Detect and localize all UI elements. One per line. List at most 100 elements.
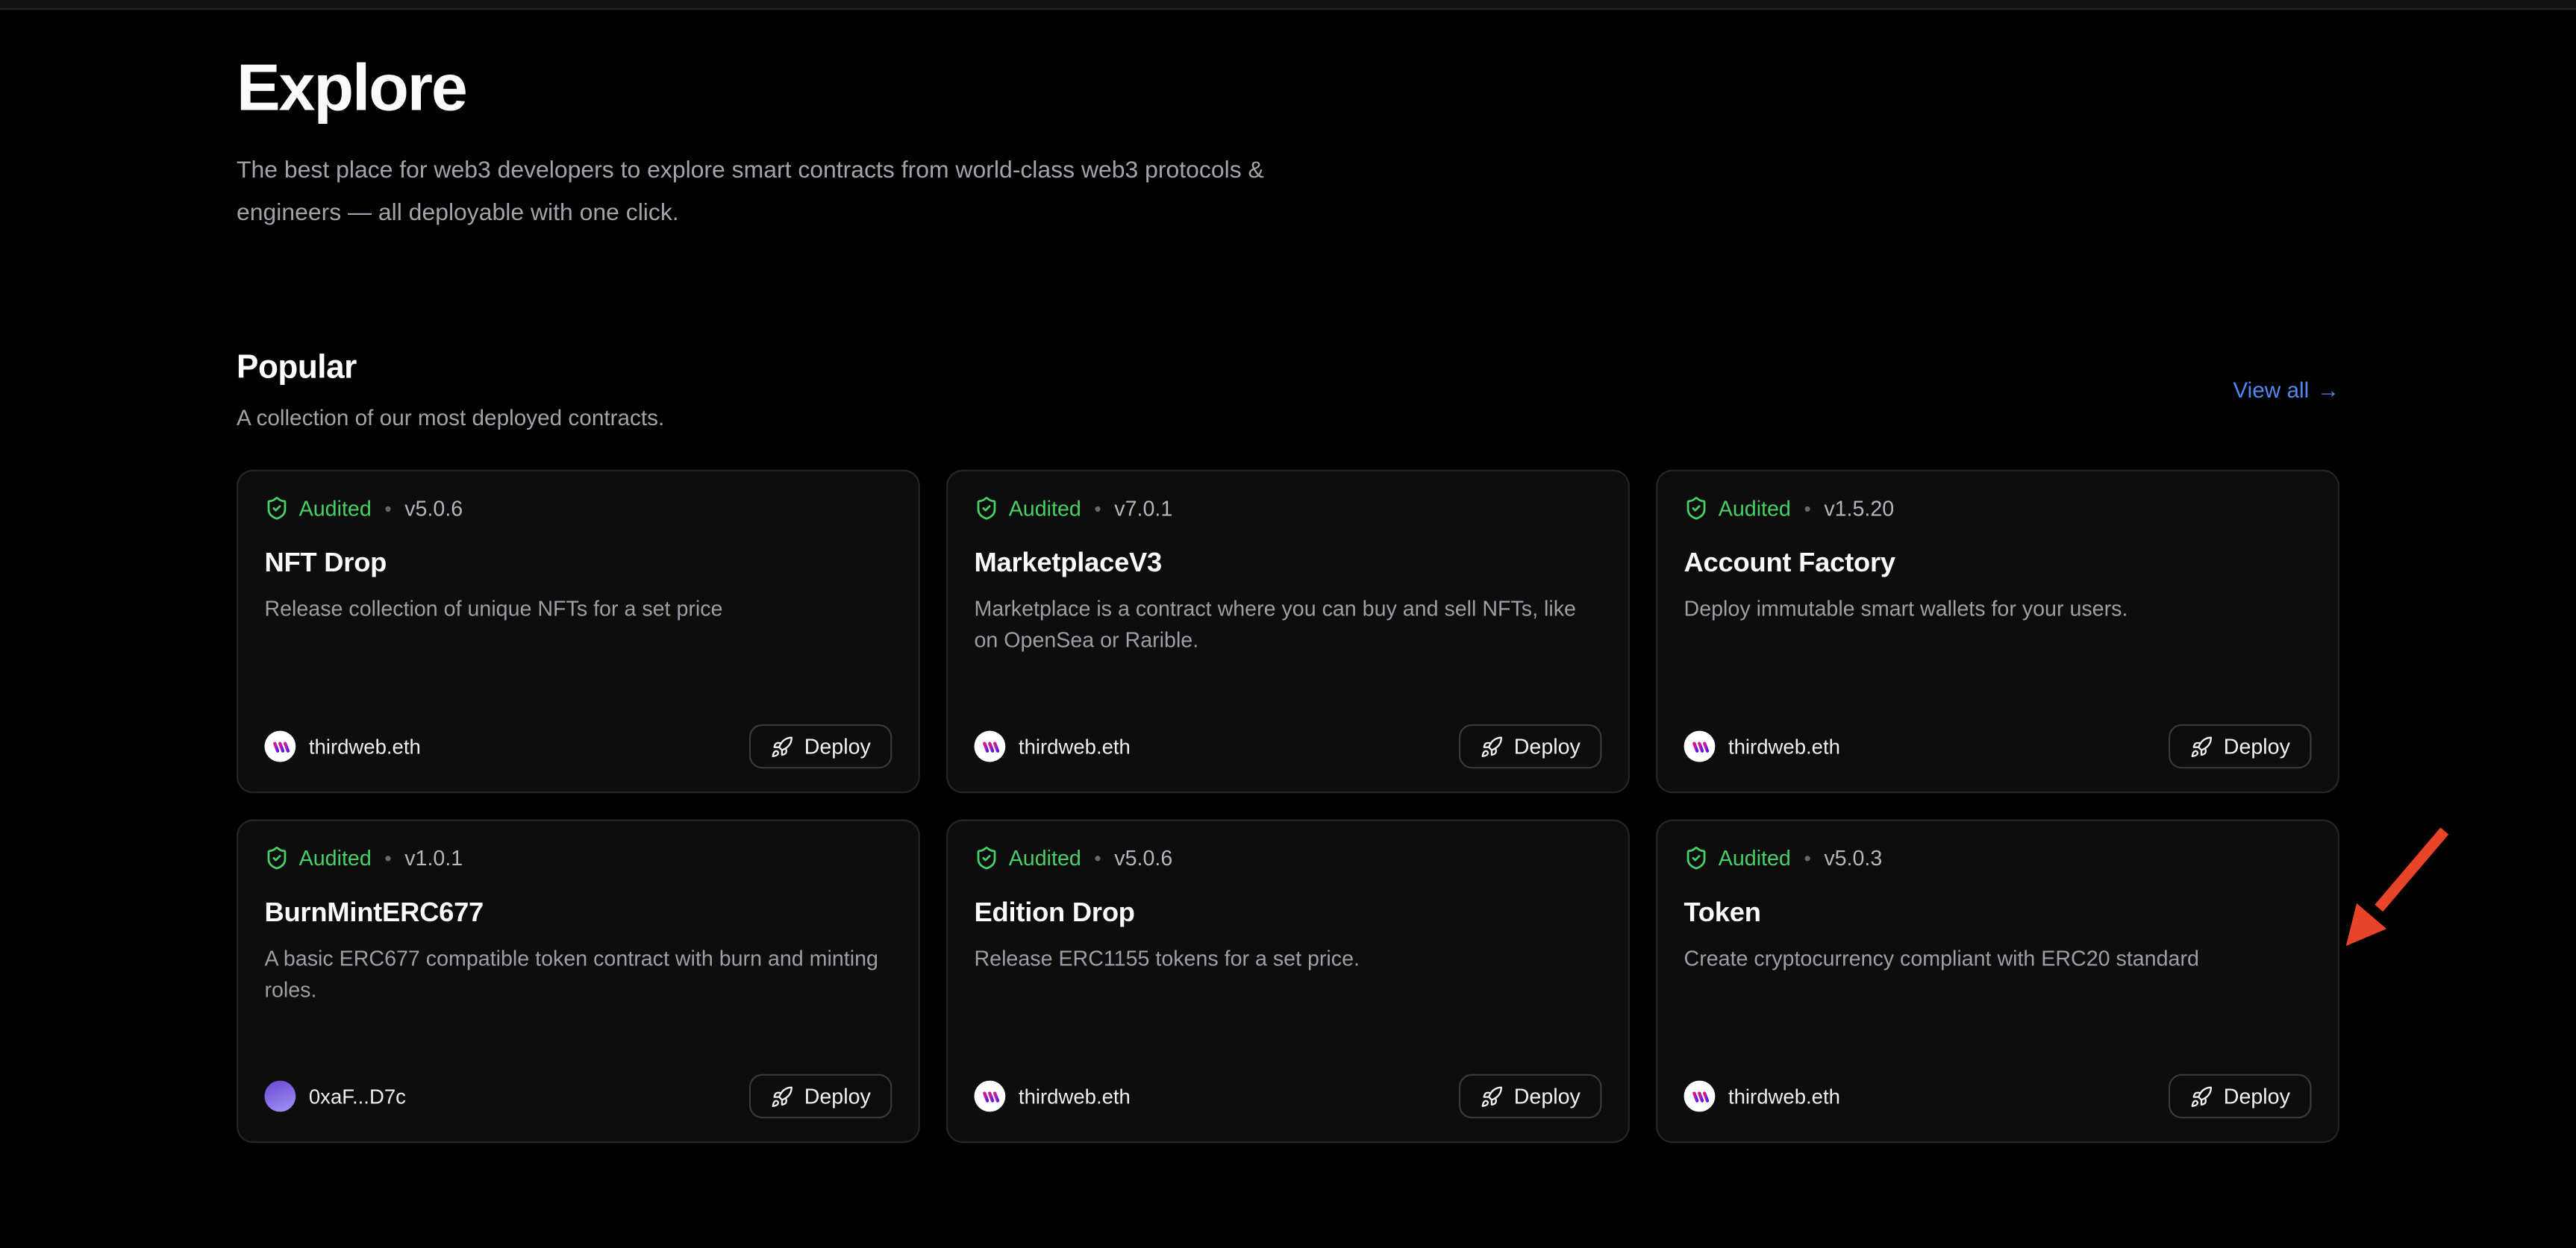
publisher-avatar bbox=[974, 731, 1005, 762]
publisher-avatar bbox=[974, 1081, 1005, 1112]
publisher[interactable]: 0xaF...D7c bbox=[264, 1081, 405, 1112]
dot-separator: • bbox=[384, 497, 391, 520]
deploy-button[interactable]: Deploy bbox=[2168, 724, 2312, 768]
rocket-icon bbox=[2189, 735, 2213, 758]
publisher-avatar bbox=[1684, 731, 1716, 762]
dot-separator: • bbox=[1094, 847, 1101, 870]
page-title: Explore bbox=[237, 51, 2339, 126]
contract-description: Deploy immutable smart wallets for your … bbox=[1684, 595, 2312, 625]
contract-title: NFT Drop bbox=[264, 548, 892, 580]
contract-card[interactable]: Audited • v5.0.3 Token Create cryptocurr… bbox=[1656, 820, 2339, 1144]
contract-title: BurnMintERC677 bbox=[264, 898, 892, 929]
publisher[interactable]: thirdweb.eth bbox=[974, 731, 1130, 762]
contract-card[interactable]: Audited • v1.5.20 Account Factory Deploy… bbox=[1656, 470, 2339, 794]
card-footer: thirdweb.eth Deploy bbox=[1684, 1074, 2312, 1118]
dot-separator: • bbox=[1804, 497, 1810, 520]
rocket-icon bbox=[769, 735, 793, 758]
audited-badge: Audited bbox=[264, 496, 371, 521]
shield-check-icon bbox=[974, 846, 998, 871]
contract-card[interactable]: Audited • v1.0.1 BurnMintERC677 A basic … bbox=[237, 820, 920, 1144]
rocket-icon bbox=[769, 1085, 793, 1108]
deploy-button[interactable]: Deploy bbox=[1458, 724, 1602, 768]
contract-description: A basic ERC677 compatible token contract… bbox=[264, 944, 892, 1005]
contract-description: Release collection of unique NFTs for a … bbox=[264, 595, 892, 625]
publisher[interactable]: thirdweb.eth bbox=[264, 731, 420, 762]
audited-label: Audited bbox=[1719, 846, 1791, 871]
deploy-label: Deploy bbox=[2224, 1084, 2290, 1109]
thirdweb-logo-icon bbox=[1689, 1088, 1709, 1104]
thirdweb-logo-icon bbox=[270, 739, 290, 755]
contract-title: Account Factory bbox=[1684, 548, 2312, 580]
shield-check-icon bbox=[1684, 846, 1709, 871]
publisher-name: thirdweb.eth bbox=[1019, 1085, 1131, 1108]
popular-heading: Popular bbox=[237, 350, 664, 388]
audited-label: Audited bbox=[1009, 496, 1081, 521]
contract-title: Edition Drop bbox=[974, 898, 1601, 929]
deploy-button[interactable]: Deploy bbox=[748, 724, 892, 768]
audited-label: Audited bbox=[1719, 496, 1791, 521]
dot-separator: • bbox=[384, 847, 391, 870]
card-badge-row: Audited • v7.0.1 bbox=[974, 496, 1601, 521]
audited-label: Audited bbox=[1009, 846, 1081, 871]
popular-section-header: Popular A collection of our most deploye… bbox=[237, 350, 2339, 430]
audited-badge: Audited bbox=[974, 496, 1081, 521]
card-footer: 0xaF...D7c Deploy bbox=[264, 1074, 892, 1118]
card-badge-row: Audited • v5.0.6 bbox=[264, 496, 892, 521]
thirdweb-logo-icon bbox=[980, 739, 999, 755]
rocket-icon bbox=[1480, 1085, 1503, 1108]
thirdweb-logo-icon bbox=[980, 1088, 999, 1104]
version-label: v5.0.6 bbox=[404, 496, 463, 521]
popular-subheading: A collection of our most deployed contra… bbox=[237, 406, 664, 430]
contract-description: Create cryptocurrency compliant with ERC… bbox=[1684, 944, 2312, 975]
explore-page: Explore The best place for web3 develope… bbox=[0, 0, 2576, 1248]
deploy-label: Deploy bbox=[1514, 734, 1581, 759]
audited-label: Audited bbox=[299, 496, 372, 521]
publisher-name: 0xaF...D7c bbox=[309, 1085, 406, 1108]
audited-badge: Audited bbox=[264, 846, 371, 871]
contract-description: Marketplace is a contract where you can … bbox=[974, 595, 1601, 655]
red-arrow-annotation-icon bbox=[2339, 818, 2458, 956]
audited-badge: Audited bbox=[974, 846, 1081, 871]
card-footer: thirdweb.eth Deploy bbox=[974, 1074, 1601, 1118]
shield-check-icon bbox=[264, 496, 289, 521]
version-label: v1.0.1 bbox=[404, 846, 463, 871]
deploy-label: Deploy bbox=[804, 1084, 871, 1109]
deploy-button[interactable]: Deploy bbox=[2168, 1074, 2312, 1118]
version-label: v7.0.1 bbox=[1114, 496, 1172, 521]
contract-card[interactable]: Audited • v5.0.6 NFT Drop Release collec… bbox=[237, 470, 920, 794]
thirdweb-logo-icon bbox=[1689, 739, 1709, 755]
deploy-label: Deploy bbox=[2224, 734, 2290, 759]
publisher-avatar bbox=[264, 731, 296, 762]
navbar-bottom-edge bbox=[0, 0, 2576, 10]
view-all-link[interactable]: View all → bbox=[2233, 377, 2339, 402]
deploy-button[interactable]: Deploy bbox=[1458, 1074, 1602, 1118]
card-footer: thirdweb.eth Deploy bbox=[264, 724, 892, 768]
publisher[interactable]: thirdweb.eth bbox=[1684, 731, 1840, 762]
contract-card[interactable]: Audited • v7.0.1 MarketplaceV3 Marketpla… bbox=[946, 470, 1630, 794]
rocket-icon bbox=[1480, 735, 1503, 758]
publisher-name: thirdweb.eth bbox=[309, 735, 421, 758]
audited-badge: Audited bbox=[1684, 846, 1791, 871]
deploy-button[interactable]: Deploy bbox=[748, 1074, 892, 1118]
version-label: v1.5.20 bbox=[1824, 496, 1894, 521]
rocket-icon bbox=[2189, 1085, 2213, 1108]
card-footer: thirdweb.eth Deploy bbox=[974, 724, 1601, 768]
view-all-label: View all bbox=[2233, 377, 2309, 402]
shield-check-icon bbox=[974, 496, 998, 521]
contracts-grid: Audited • v5.0.6 NFT Drop Release collec… bbox=[237, 470, 2339, 1144]
card-footer: thirdweb.eth Deploy bbox=[1684, 724, 2312, 768]
publisher-name: thirdweb.eth bbox=[1728, 1085, 1840, 1108]
card-badge-row: Audited • v1.0.1 bbox=[264, 846, 892, 871]
shield-check-icon bbox=[1684, 496, 1709, 521]
publisher[interactable]: thirdweb.eth bbox=[974, 1081, 1130, 1112]
publisher-name: thirdweb.eth bbox=[1019, 735, 1131, 758]
card-badge-row: Audited • v5.0.3 bbox=[1684, 846, 2312, 871]
deploy-label: Deploy bbox=[1514, 1084, 1581, 1109]
publisher[interactable]: thirdweb.eth bbox=[1684, 1081, 1840, 1112]
dot-separator: • bbox=[1804, 847, 1810, 870]
contract-card[interactable]: Audited • v5.0.6 Edition Drop Release ER… bbox=[946, 820, 1630, 1144]
dot-separator: • bbox=[1094, 497, 1101, 520]
deploy-label: Deploy bbox=[804, 734, 871, 759]
shield-check-icon bbox=[264, 846, 289, 871]
card-badge-row: Audited • v1.5.20 bbox=[1684, 496, 2312, 521]
